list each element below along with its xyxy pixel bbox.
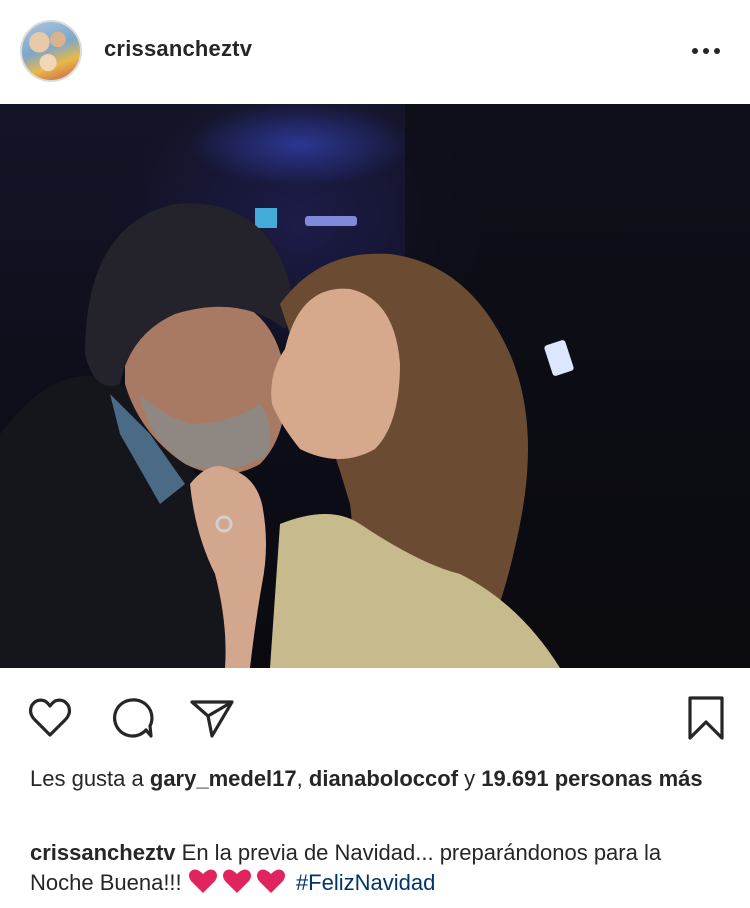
post-username[interactable]: crissancheztv [104,36,252,62]
liker-username-2[interactable]: dianaboloccof [309,766,458,791]
red-heart-icon [256,869,285,893]
photo-illustration [0,104,750,668]
bookmark-icon[interactable] [682,694,730,742]
post-header: crissancheztv [0,0,750,104]
heart-outline-icon[interactable] [26,694,74,742]
red-heart-icon [188,869,217,893]
caption-username[interactable]: crissancheztv [30,840,176,865]
caption-emoji [188,869,296,895]
liker-username-1[interactable]: gary_medel17 [150,766,297,791]
comment-bubble-icon[interactable] [108,694,156,742]
likes-count[interactable]: 19.691 [481,766,548,791]
post-caption: crissancheztv En la previa de Navidad...… [30,838,720,898]
profile-avatar[interactable] [20,20,82,82]
likes-suffix[interactable]: personas más [555,766,703,791]
likes-conjunction: y [464,766,476,791]
likes-prefix: Les gusta a [30,766,144,791]
ellipsis-icon[interactable] [690,42,722,60]
likes-separator: , [296,766,303,791]
post-actions [0,668,750,768]
post-photo[interactable] [0,104,750,668]
caption-hashtag[interactable]: #FelizNavidad [296,870,435,895]
red-heart-icon [222,869,251,893]
likes-summary[interactable]: Les gusta a gary_medel17, dianaboloccof … [30,764,720,794]
paper-plane-icon[interactable] [188,694,236,742]
